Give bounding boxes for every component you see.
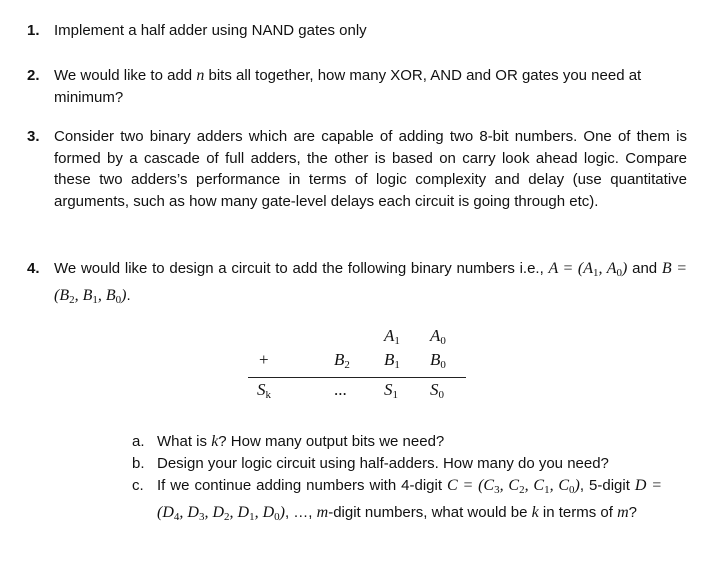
variable-k: k (531, 503, 539, 521)
text-segment: We would like to design a circuit to add… (54, 260, 549, 277)
question-number: 2. (27, 67, 40, 84)
cell-ellipsis: ... (334, 380, 347, 399)
addition-table: A1 A0 + B2 B1 B0 Sk ... S1 S0 (248, 326, 466, 406)
cell-A1: A1 (384, 326, 400, 347)
variable-m: m (316, 503, 329, 521)
math-C-definition: C = (C3, C2, C1, C0) (447, 477, 580, 496)
question-number: 4. (27, 260, 40, 277)
variable-m: m (617, 503, 629, 521)
subquestion-text: Design your logic circuit using half-add… (157, 455, 609, 472)
question-text: Consider two binary adders which are cap… (54, 128, 687, 210)
subquestion-label: b. (132, 455, 145, 472)
text-segment: . (126, 286, 131, 304)
math-A-definition: A = (A1, A0) (548, 260, 628, 279)
sum-rule-line (248, 377, 466, 378)
question-text: Implement a half adder using NAND gates … (54, 22, 367, 39)
plus-sign: + (259, 350, 269, 369)
question-number: 1. (27, 22, 40, 39)
cell-B2: B2 (334, 350, 350, 371)
cell-A0: A0 (430, 326, 446, 347)
question-text: We would like to add n bits all together… (54, 65, 687, 108)
cell-Sk: Sk (257, 380, 271, 401)
subquestion-text: If we continue adding numbers with 4-dig… (157, 477, 663, 523)
question-number: 3. (27, 128, 40, 145)
cell-S0: S0 (430, 380, 444, 401)
text-segment: We would like to add (54, 67, 197, 84)
cell-B1: B1 (384, 350, 400, 371)
question-text: We would like to design a circuit to add… (54, 258, 687, 311)
cell-B0: B0 (430, 350, 446, 371)
text-segment: and (627, 260, 662, 277)
subquestion-label: c. (132, 477, 144, 494)
subquestion-label: a. (132, 433, 145, 450)
subquestion-text: What is k? How many output bits we need? (157, 433, 445, 450)
cell-S1: S1 (384, 380, 398, 401)
